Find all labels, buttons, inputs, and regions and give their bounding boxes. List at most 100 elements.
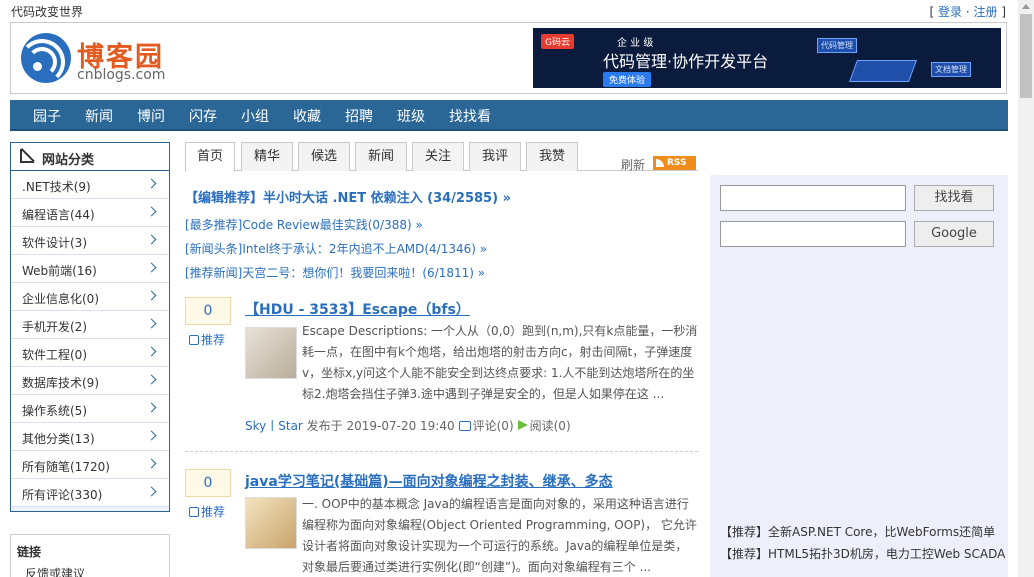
chevron-right-icon — [146, 402, 157, 413]
links-title: 链接 — [17, 545, 42, 559]
category-arrow-icon — [20, 149, 34, 163]
chevron-right-icon — [146, 178, 157, 189]
post-title[interactable]: java学习笔记(基础篇)—面向对象编程之封装、继承、多态 — [245, 471, 613, 491]
post-author[interactable]: Sky丨Star — [245, 419, 303, 433]
chevron-right-icon — [146, 346, 157, 357]
post-summary: 一. OOP中的基本概念 Java的编程语言是面向对象的，采用这种语言进行编程称… — [302, 497, 697, 574]
headline-news-top[interactable]: [新闻头条]Intel终于承认：2年内追不上AMD(4/1346) » — [185, 240, 487, 257]
sidebar-item-dotnet[interactable]: .NET技术(9) — [11, 171, 169, 199]
sidebar-item-all-comments[interactable]: 所有评论(330) — [11, 479, 169, 507]
author-avatar[interactable] — [245, 497, 297, 549]
tab-my-comments[interactable]: 我评 — [469, 142, 521, 171]
sidebar-item-enterprise[interactable]: 企业信息化(0) — [11, 283, 169, 311]
banner-illustration: 代码管理 文档管理 — [813, 32, 993, 86]
logo-rss-icon[interactable] — [19, 33, 71, 85]
comment-link[interactable]: 评论(0) — [473, 419, 514, 433]
sidebar-item-languages[interactable]: 编程语言(44) — [11, 199, 169, 227]
login-link[interactable]: 登录 — [938, 5, 962, 19]
chevron-right-icon — [146, 262, 157, 273]
rss-button[interactable]: RSS — [653, 156, 696, 170]
read-arrow-icon — [517, 420, 528, 430]
search-input[interactable] — [720, 185, 906, 211]
feedback-link[interactable]: 反馈或建议 — [25, 565, 85, 577]
sidebar-item-database[interactable]: 数据库技术(9) — [11, 367, 169, 395]
category-sidebar: 网站分类 .NET技术(9) 编程语言(44) 软件设计(3) Web前端(16… — [10, 142, 170, 512]
banner-card-docs: 文档管理 — [931, 62, 971, 77]
scroll-thumb[interactable] — [1020, 14, 1032, 98]
headline-recommended-news[interactable]: [推荐新闻]天宫二号：想你们！我要回来啦！(6/1811) » — [185, 264, 485, 281]
links-box: 链接 反馈或建议 — [10, 534, 170, 577]
page-scrollbar[interactable] — [1018, 0, 1034, 577]
chevron-right-icon — [146, 234, 157, 245]
banner-card-code: 代码管理 — [817, 38, 857, 53]
banner-button[interactable]: 免费体验 — [603, 72, 652, 87]
author-avatar[interactable] — [245, 327, 297, 379]
banner-line2: 代码管理·协作开发平台 — [603, 52, 769, 71]
sidebar-item-mobile[interactable]: 手机开发(2) — [11, 311, 169, 339]
sidebar-item-os[interactable]: 操作系统(5) — [11, 395, 169, 423]
post-divider — [185, 451, 698, 452]
nav-item-garden[interactable]: 园子 — [33, 106, 61, 126]
site-header: 博客园 cnblogs.com G码云 企 业 级 代码管理·协作开发平台 免费… — [10, 22, 1007, 94]
tab-following[interactable]: 关注 — [412, 142, 464, 171]
category-list: .NET技术(9) 编程语言(44) 软件设计(3) Web前端(16) 企业信… — [11, 171, 169, 507]
nav-item-favorites[interactable]: 收藏 — [293, 106, 321, 126]
promo-link-aspnet[interactable]: 【推荐】全新ASP.NET Core，比WebForms还简单 — [720, 523, 995, 540]
recommend-button[interactable]: 推荐 — [189, 331, 225, 348]
sidebar-item-web[interactable]: Web前端(16) — [11, 255, 169, 283]
nav-item-group[interactable]: 小组 — [241, 106, 269, 126]
sidebar-item-engineering[interactable]: 软件工程(0) — [11, 339, 169, 367]
read-link[interactable]: 阅读(0) — [530, 419, 571, 433]
post-item: 0 推荐 【HDU - 3533】Escape（bfs） Escape Desc… — [185, 297, 698, 437]
chevron-right-icon — [146, 458, 157, 469]
rss-label: RSS — [667, 158, 687, 168]
vote-count: 0 — [185, 297, 231, 325]
chevron-right-icon — [146, 290, 157, 301]
search-button[interactable]: 找找看 — [914, 185, 994, 211]
post-item: 0 推荐 java学习笔记(基础篇)—面向对象编程之封装、继承、多态 一. OO… — [185, 469, 698, 577]
nav-item-ask[interactable]: 博问 — [137, 106, 165, 126]
comment-icon — [458, 421, 471, 431]
chevron-right-icon — [146, 206, 157, 217]
sidebar-header: 网站分类 — [11, 143, 169, 171]
register-link[interactable]: 注册 — [973, 5, 997, 19]
sidebar-title: 网站分类 — [42, 153, 95, 168]
tab-news[interactable]: 新闻 — [355, 142, 407, 171]
thumbs-up-icon — [189, 507, 199, 517]
nav-item-class[interactable]: 班级 — [397, 106, 425, 126]
google-search-button[interactable]: Google — [914, 221, 994, 247]
sidebar-item-design[interactable]: 软件设计(3) — [11, 227, 169, 255]
post-meta: Sky丨Star 发布于 2019-07-20 19:40 评论(0) 阅读(0) — [245, 417, 571, 434]
tab-home[interactable]: 首页 — [185, 142, 235, 172]
post-title[interactable]: 【HDU - 3533】Escape（bfs） — [245, 299, 470, 319]
ad-banner[interactable]: G码云 企 业 级 代码管理·协作开发平台 免费体验 代码管理 文档管理 — [533, 28, 1001, 88]
vote-count: 0 — [185, 469, 231, 497]
scroll-up-icon[interactable] — [1022, 4, 1030, 9]
banner-badge: G码云 — [541, 34, 574, 49]
editor-pick-link[interactable]: 【编辑推荐】半小时大话 .NET 依赖注入 (34/2585) » — [185, 187, 511, 206]
thumbs-up-icon — [189, 335, 199, 345]
post-summary: Escape Descriptions: 一个人从（0,0）跑到(n,m),只有… — [302, 324, 698, 401]
google-search-input[interactable] — [720, 221, 906, 247]
nav-item-jobs[interactable]: 招聘 — [345, 106, 373, 126]
right-sidebar: 找找看 Google 【推荐】全新ASP.NET Core，比WebForms还… — [710, 175, 1008, 577]
tab-candidates[interactable]: 候选 — [298, 142, 350, 171]
chevron-right-icon — [146, 486, 157, 497]
recommend-button[interactable]: 推荐 — [189, 503, 225, 520]
banner-laptop-shape — [848, 60, 918, 82]
refresh-link[interactable]: 刷新 — [621, 156, 645, 173]
promo-link-html5[interactable]: 【推荐】HTML5拓扑3D机房，电力工控Web SCADA — [720, 545, 1005, 562]
nav-item-search[interactable]: 找找看 — [449, 106, 491, 126]
tab-my-likes[interactable]: 我赞 — [526, 142, 578, 171]
nav-item-news[interactable]: 新闻 — [85, 106, 113, 126]
banner-line1: 企 业 级 — [617, 38, 654, 49]
chevron-right-icon — [146, 318, 157, 329]
site-slogan: 代码改变世界 — [11, 5, 84, 19]
nav-item-flash[interactable]: 闪存 — [189, 106, 217, 126]
sidebar-item-all-posts[interactable]: 所有随笔(1720) — [11, 451, 169, 479]
logo-subtitle: cnblogs.com — [77, 67, 166, 83]
sidebar-item-other[interactable]: 其他分类(13) — [11, 423, 169, 451]
main-nav: 园子 新闻 博问 闪存 小组 收藏 招聘 班级 找找看 — [10, 100, 1008, 131]
tab-featured[interactable]: 精华 — [241, 142, 293, 171]
headline-most-recommended[interactable]: [最多推荐]Code Review最佳实践(0/388) » — [185, 216, 423, 233]
